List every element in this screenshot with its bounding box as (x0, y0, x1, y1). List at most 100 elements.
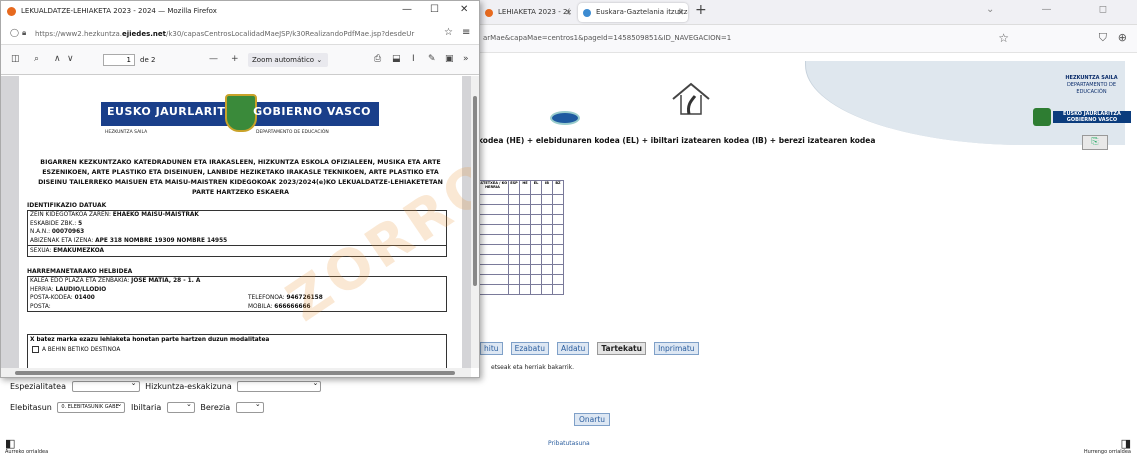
option-a-label: A BEHIN BETIKO DESTINOA (42, 347, 121, 353)
berezia-label: Berezia (200, 403, 231, 412)
table-cell (530, 234, 542, 245)
checkbox-icon[interactable] (32, 346, 39, 353)
table-cell (519, 284, 531, 295)
popup-title: LEKUALDATZE-LEHIAKETA 2023 - 2024 — Mozi… (21, 7, 217, 15)
eskabide-label: ESKABIDE ZBK.: (30, 220, 79, 227)
table-row[interactable] (476, 254, 564, 265)
url-text[interactable]: arMae&capaMae=centros1&pageId=1458509851… (483, 34, 731, 42)
table-row[interactable] (476, 234, 564, 245)
scroll-thumb[interactable] (15, 371, 455, 375)
hizkuntza-select[interactable] (237, 379, 322, 392)
text-tool-icon[interactable]: I (412, 54, 415, 64)
extensions-icon[interactable]: ⊕ (1118, 31, 1127, 44)
postal-label: POSTA: (30, 303, 51, 310)
horizontal-scrollbar[interactable] (1, 368, 471, 377)
table-row[interactable] (476, 274, 564, 285)
table-cell (508, 264, 520, 275)
table-cell (508, 254, 520, 265)
department-label: HEZKUNTZA SAILA DEPARTAMENTO DE EDUCACIÓ… (1054, 75, 1129, 96)
lock-icon[interactable]: 🔒︎ (22, 28, 26, 38)
table-cell (541, 284, 553, 295)
table-cell (541, 194, 553, 205)
shield-icon[interactable]: ⛉ (1099, 31, 1107, 45)
print-button[interactable]: Inprimatu (654, 342, 699, 355)
image-icon[interactable]: ▣ (445, 54, 454, 64)
table-cell (530, 274, 542, 285)
sexua-value: EMAKUMEZKOA (53, 248, 104, 254)
delete-button[interactable]: Ezabatu (510, 342, 549, 355)
posta-kodea: POSTA-KODEA: 01400 (30, 294, 248, 303)
table-cell (519, 244, 531, 255)
maximize-button[interactable]: ☐ (430, 4, 439, 15)
table-row[interactable] (476, 214, 564, 225)
ibiltaria-select[interactable] (166, 400, 195, 413)
table-cell (476, 214, 509, 225)
page-info-icon[interactable]: ◯ (10, 28, 19, 37)
table-row[interactable] (476, 264, 564, 275)
modify-button[interactable]: Aldatu (557, 342, 590, 355)
table-cell (508, 204, 520, 215)
table-cell (541, 254, 553, 265)
close-button[interactable]: ✕ (460, 4, 468, 15)
code-formula: kodea (HE) + elebidunaren kodea (EL) + i… (478, 136, 876, 145)
section-identification: IDENTIFIKAZIO DATUAK (27, 202, 107, 209)
insert-button[interactable]: Tartekatu (597, 342, 646, 355)
close-tab-icon[interactable]: ✕ (565, 3, 572, 22)
previous-page-link[interactable]: ◧ Aurreko orrialdea (5, 438, 48, 455)
more-tools-button[interactable]: » (463, 54, 469, 64)
bookmark-star-icon[interactable]: ☆ (998, 31, 1009, 45)
espezialitatea-select[interactable] (71, 379, 140, 392)
translator-favicon-icon (583, 9, 591, 17)
popup-url-text[interactable]: https://www2.hezkuntza.ejiedes.net/k30/c… (35, 30, 414, 38)
elebitasun-select[interactable]: 0. ELEBITASUNIK GABE (57, 400, 126, 413)
zoom-out-button[interactable]: — (209, 54, 218, 64)
sidebar-toggle-icon[interactable]: ◫ (11, 54, 20, 64)
popup-url-bar: ◯ 🔒︎ https://www2.hezkuntza.ejiedes.net/… (1, 23, 479, 45)
kidegoa-line: ZEIN KIDEGOTAKOA ZAREN: EHAEKO MAISU-MAI… (28, 211, 446, 220)
posta-mobila-line: POSTA: MOBILA: 666666666 (28, 303, 446, 312)
save-icon[interactable]: ⬓ (392, 54, 401, 64)
table-row[interactable] (476, 244, 564, 255)
table-cell (530, 264, 542, 275)
centers-table: ASTETXEA / KO HERRIA ESP HE EL IB BZ (476, 180, 564, 295)
table-row[interactable] (476, 204, 564, 215)
table-row[interactable] (476, 284, 564, 295)
tab-lekualdatze[interactable]: LEHIAKETA 2023 - 2( ✕ (480, 3, 576, 22)
table-cell (552, 254, 564, 265)
minimize-button[interactable]: — (402, 4, 412, 15)
vertical-scrollbar[interactable] (471, 76, 479, 368)
pdf-viewport[interactable]: EUSKO JAURLARITZA GOBIERNO VASCO HEZKUNT… (1, 76, 471, 368)
previous-page-icon[interactable]: ∧ (54, 54, 61, 64)
print-icon[interactable]: ⎙ (374, 54, 381, 64)
table-row[interactable] (476, 224, 564, 235)
next-page-icon[interactable]: ∨ (67, 54, 74, 64)
find-icon[interactable]: ⌕ (34, 54, 39, 64)
izena-value: APE 318 NOMBRE 19309 NOMBRE 14955 (95, 237, 228, 244)
next-page-link[interactable]: ◨ Hurrengo orrialdea (1084, 438, 1131, 455)
scroll-thumb[interactable] (473, 96, 477, 286)
page-number-input[interactable]: 1 (103, 54, 135, 66)
table-cell (519, 254, 531, 265)
window-controls[interactable]: ⌄ — ◻ (986, 4, 1129, 15)
url-prefix: https://www2.hezkuntza. (35, 30, 123, 38)
draw-icon[interactable]: ✎ (428, 54, 436, 64)
add-button[interactable]: hitu (480, 342, 503, 355)
accept-button[interactable]: Onartu (574, 413, 611, 426)
tab-euskara-gaztelania[interactable]: Euskara-Gaztelania itzultzaile a ✕ (578, 3, 688, 22)
privacy-link[interactable]: Pribatutasuna (548, 440, 590, 447)
page-count: de 2 (140, 56, 156, 64)
menu-icon[interactable]: ≡ (462, 27, 470, 38)
zoom-select[interactable]: Zoom automático ⌄ (248, 53, 328, 67)
zoom-in-button[interactable]: + (231, 54, 239, 64)
modality-option-a[interactable]: A BEHIN BETIKO DESTINOA (28, 345, 446, 355)
berezia-select[interactable] (235, 400, 264, 413)
herria-label: HERRIA: (30, 286, 56, 293)
table-cell (541, 214, 553, 225)
firefox-icon (7, 7, 16, 16)
bookmark-star-icon[interactable]: ☆ (444, 27, 453, 38)
new-tab-button[interactable]: + (695, 2, 707, 18)
exit-door-icon[interactable]: ⎘ (1082, 135, 1108, 150)
table-row[interactable] (476, 194, 564, 205)
table-cell (508, 194, 520, 205)
close-tab-icon[interactable]: ✕ (677, 3, 684, 22)
